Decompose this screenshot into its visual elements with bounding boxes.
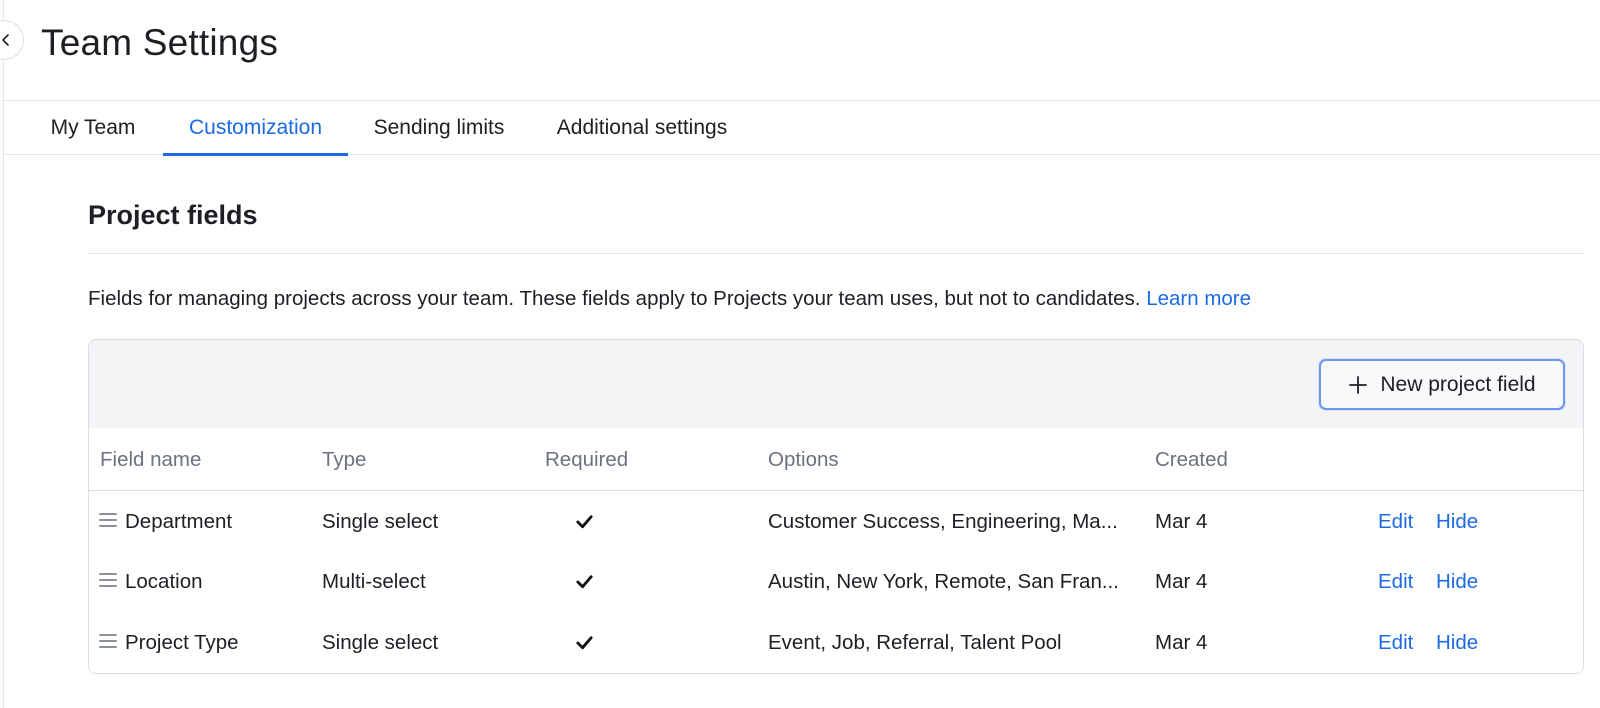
hide-link[interactable]: Hide [1436,612,1478,673]
table-toolbar: New project field [89,340,1583,428]
table-row: Department Single select Customer Succes… [89,491,1583,552]
field-name-cell: Project Type [125,630,239,654]
created-cell: Mar 4 [1155,569,1208,593]
chevron-left-icon [2,34,9,46]
tab-my-team[interactable]: My Team [32,101,154,155]
options-cell: Event, Job, Referral, Talent Pool [768,630,1062,654]
new-project-field-label: New project field [1380,372,1536,396]
field-name-cell: Department [125,509,233,533]
hide-link[interactable]: Hide [1436,491,1478,552]
section-description: Fields for managing projects across your… [88,287,1251,311]
drag-handle-icon[interactable] [99,634,117,650]
plus-icon [1349,375,1368,394]
edit-link[interactable]: Edit [1378,551,1413,612]
drag-handle-icon[interactable] [99,513,117,529]
column-header-field-name: Field name [100,447,202,471]
section-title: Project fields [88,200,258,230]
required-check-icon [575,612,594,673]
type-cell: Single select [322,630,439,654]
edit-link[interactable]: Edit [1378,491,1413,552]
type-cell: Multi-select [322,569,426,593]
tab-customization[interactable]: Customization [163,101,348,156]
column-header-created: Created [1155,447,1228,471]
table-header: Field name Type Required Options Created [89,428,1583,491]
settings-tabs: My Team Customization Sending limits Add… [4,100,1600,156]
column-header-type: Type [322,447,367,471]
created-cell: Mar 4 [1155,630,1208,654]
edit-link[interactable]: Edit [1378,612,1413,673]
new-project-field-button[interactable]: New project field [1319,359,1565,410]
column-header-required: Required [545,447,629,471]
column-header-options: Options [768,447,839,471]
learn-more-link[interactable]: Learn more [1146,287,1251,310]
table-row: Location Multi-select Austin, New York, … [89,551,1583,612]
project-fields-table: New project field Field name Type Requir… [88,339,1584,674]
page-title: Team Settings [41,22,279,63]
required-check-icon [575,491,594,552]
required-check-icon [575,551,594,612]
tab-additional-settings[interactable]: Additional settings [541,101,743,155]
collapse-sidebar-button[interactable] [0,20,24,60]
options-cell: Customer Success, Engineering, Ma... [768,509,1118,533]
options-cell: Austin, New York, Remote, San Fran... [768,569,1119,593]
hide-link[interactable]: Hide [1436,551,1478,612]
created-cell: Mar 4 [1155,509,1208,533]
section-divider [88,253,1584,254]
field-name-cell: Location [125,569,203,593]
drag-handle-icon[interactable] [99,573,117,589]
tab-sending-limits[interactable]: Sending limits [359,101,519,155]
table-row: Project Type Single select Event, Job, R… [89,612,1583,673]
description-text: Fields for managing projects across your… [88,287,1141,310]
type-cell: Single select [322,509,439,533]
